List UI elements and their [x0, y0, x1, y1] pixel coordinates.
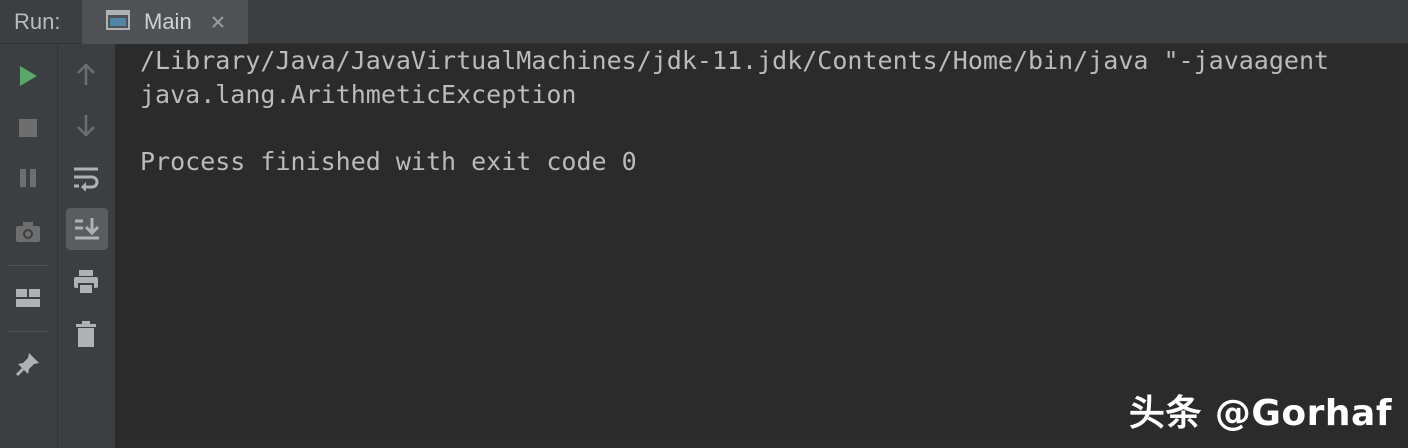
camera-icon	[16, 222, 40, 242]
tab-main[interactable]: Main	[82, 0, 248, 44]
pin-tab-button[interactable]	[8, 344, 48, 384]
dump-threads-button[interactable]	[8, 212, 48, 252]
scroll-to-end-icon	[75, 218, 100, 240]
print-button[interactable]	[66, 262, 106, 302]
console-line: Process finished with exit code 0	[140, 147, 637, 176]
scroll-to-end-button[interactable]	[66, 208, 108, 250]
print-icon	[74, 270, 98, 295]
toolbar-divider	[8, 265, 48, 266]
soft-wrap-button[interactable]	[66, 158, 106, 198]
console-line: java.lang.ArithmeticException	[140, 80, 577, 109]
close-icon[interactable]	[210, 14, 226, 30]
console-window-icon	[106, 10, 130, 30]
rerun-button[interactable]	[8, 56, 48, 96]
tab-main-label: Main	[144, 9, 192, 34]
toolbar-divider	[8, 331, 48, 332]
stop-button[interactable]	[8, 108, 48, 148]
stop-icon	[19, 119, 37, 137]
soft-wrap-icon	[74, 167, 99, 191]
previous-occurrence-button[interactable]	[66, 54, 106, 94]
run-label: Run:	[14, 9, 61, 34]
watermark: 头条 @Gorhaf	[1128, 393, 1392, 434]
next-occurrence-button[interactable]	[66, 106, 106, 146]
run-tool-window: Run: Main /Library/Java/JavaVirtualMachi…	[0, 0, 1408, 448]
clear-all-button[interactable]	[66, 314, 106, 354]
pin-icon	[15, 353, 39, 377]
rerun-icon	[20, 66, 37, 86]
run-toolbar-right	[58, 44, 116, 448]
pause-button[interactable]	[8, 158, 48, 198]
down-arrow-icon	[77, 115, 95, 137]
layout-icon	[16, 289, 40, 307]
restore-layout-button[interactable]	[8, 278, 48, 318]
pause-icon	[20, 169, 36, 187]
console-line: /Library/Java/JavaVirtualMachines/jdk-11…	[140, 46, 1330, 75]
up-arrow-icon	[77, 63, 95, 85]
run-header: Run: Main	[0, 0, 1408, 44]
run-toolbar-left	[0, 44, 58, 448]
trash-icon	[76, 321, 96, 347]
